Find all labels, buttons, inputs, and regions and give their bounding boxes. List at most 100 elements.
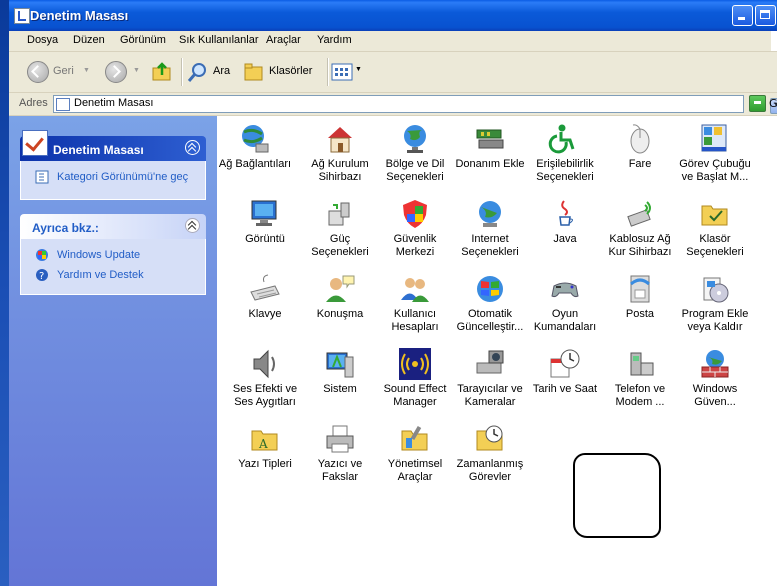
menu-duzen[interactable]: Düzen (73, 34, 105, 46)
folders-button[interactable]: Klasörler (243, 61, 323, 83)
search-button[interactable]: Ara (187, 61, 237, 83)
menu-yardim[interactable]: Yardım (317, 34, 352, 46)
views-icon (331, 63, 353, 81)
go-label[interactable]: G (769, 97, 777, 110)
menu-dosya[interactable]: Dosya (27, 34, 58, 46)
maximize-button[interactable] (755, 5, 776, 26)
toolbar-separator (327, 58, 329, 86)
internet-icon (479, 201, 501, 227)
go-button[interactable] (749, 95, 766, 112)
windows-update-link[interactable]: Windows Update (57, 249, 140, 261)
item-accessibility[interactable]: Erişilebilirlik Seçenekleri (527, 122, 603, 184)
chevron-down-icon: ▼ (83, 67, 90, 74)
help-icon: ? (36, 269, 48, 282)
java-icon (559, 200, 573, 226)
item-phone-modem[interactable]: Telefon ve Modem ... (602, 347, 678, 409)
speech-icon (326, 275, 355, 302)
item-sounds-audio[interactable]: Ses Efekti ve Ses Aygıtları (227, 347, 303, 409)
keyboard-icon (250, 274, 280, 301)
address-bar: Adres Denetim Masası G (9, 93, 777, 116)
printer-icon (326, 425, 354, 453)
home-network-icon (328, 127, 352, 153)
windows-update-icon (36, 249, 48, 261)
power-icon (328, 202, 350, 226)
shield-icon (403, 200, 427, 228)
item-automatic-updates[interactable]: Otomatik Güncelleştir... (452, 272, 528, 334)
section-body: Kategori Görünümü'ne geç (20, 161, 206, 200)
item-java[interactable]: Java (527, 197, 603, 246)
window-title: Denetim Masası (30, 8, 129, 23)
hand-drawn-highlight (573, 453, 661, 538)
back-label: Geri (53, 65, 74, 77)
menu-sik-kullanilanlar[interactable]: Sık Kullanılanlar (179, 34, 259, 46)
admin-tools-icon (401, 425, 428, 451)
item-game-controllers[interactable]: Oyun Kumandaları (527, 272, 603, 334)
item-fonts[interactable]: A Yazı Tipleri (227, 422, 303, 471)
item-add-remove-programs[interactable]: Program Ekle veya Kaldır (677, 272, 753, 334)
back-button[interactable]: Geri ▼ (25, 61, 90, 83)
item-mail[interactable]: Posta (602, 272, 678, 321)
item-power-options[interactable]: Güç Seçenekleri (302, 197, 378, 259)
users-icon (401, 278, 429, 302)
item-add-hardware[interactable]: Donanım Ekle (452, 122, 528, 171)
item-system[interactable]: Sistem (302, 347, 378, 396)
up-folder-button[interactable] (151, 61, 175, 83)
collapse-icon[interactable] (185, 140, 200, 155)
item-network-connections[interactable]: Ağ Bağlantıları (217, 122, 293, 171)
item-folder-options[interactable]: Klasör Seçenekleri (677, 197, 753, 259)
mail-icon (630, 275, 650, 303)
address-label: Adres (19, 97, 48, 109)
item-scheduled-tasks[interactable]: Zamanlanmış Görevler (452, 422, 528, 484)
display-icon (251, 200, 277, 226)
address-field[interactable]: Denetim Masası (53, 95, 777, 114)
control-panel-icon (14, 8, 30, 24)
item-wireless-setup[interactable]: Kablosuz Ağ Kur Sihirbazı (602, 197, 678, 259)
item-region-language[interactable]: Bölge ve Dil Seçenekleri (377, 122, 453, 184)
phone-icon (630, 352, 654, 376)
item-network-setup[interactable]: Ağ Kurulum Sihirbazı (302, 122, 378, 184)
item-scanners-cameras[interactable]: Tarayıcılar ve Kameralar (452, 347, 528, 409)
title-bar[interactable]: Denetim Masası (9, 0, 777, 31)
item-user-accounts[interactable]: Kullanıcı Hesapları (377, 272, 453, 334)
item-display[interactable]: Görüntü (227, 197, 303, 246)
section-header[interactable]: Denetim Masası (20, 130, 206, 161)
chevron-down-icon: ▼ (355, 66, 362, 73)
wireless-icon (627, 201, 651, 227)
switch-to-category-view-link[interactable]: Kategori Görünümü'ne geç (57, 171, 188, 183)
search-label: Ara (213, 65, 231, 77)
item-security-center[interactable]: Güvenlik Merkezi (377, 197, 453, 259)
speaker-icon (253, 349, 275, 379)
collapse-icon[interactable] (185, 218, 200, 233)
scanner-icon (476, 350, 504, 374)
menu-gorunum[interactable]: Görünüm (120, 34, 166, 46)
accessibility-icon (548, 124, 575, 154)
forward-button[interactable]: ▼ (103, 61, 143, 83)
sound-effect-icon (399, 348, 431, 380)
search-icon (187, 63, 206, 82)
item-mouse[interactable]: Fare (602, 122, 678, 171)
item-speech[interactable]: Konuşma (302, 272, 378, 321)
scheduled-tasks-icon (476, 425, 503, 451)
background-desktop (0, 0, 9, 586)
section-title: Denetim Masası (53, 143, 144, 157)
item-printers-faxes[interactable]: Yazıcı ve Fakslar (302, 422, 378, 484)
views-button[interactable]: ▼ (331, 61, 363, 83)
item-date-time[interactable]: Tarih ve Saat (527, 347, 603, 396)
address-value: Denetim Masası (74, 97, 154, 109)
minimize-button[interactable] (732, 5, 753, 26)
item-keyboard[interactable]: Klavye (227, 272, 303, 321)
section-header[interactable]: Ayrıca bkz.: (20, 214, 206, 239)
item-internet-options[interactable]: Internet Seçenekleri (452, 197, 528, 259)
clock-icon (550, 349, 580, 378)
item-taskbar-start[interactable]: Görev Çubuğu ve Başlat M... (677, 122, 753, 184)
item-administrative-tools[interactable]: Yönetimsel Araçlar (377, 422, 453, 484)
item-sound-effect-manager[interactable]: Sound Effect Manager (377, 347, 453, 409)
folder-options-icon (701, 205, 728, 226)
menu-araclar[interactable]: Araçlar (266, 34, 301, 46)
item-windows-firewall[interactable]: Windows Güven... (677, 347, 753, 409)
windows-update-icon (477, 276, 503, 302)
svg-text:?: ? (39, 271, 44, 282)
help-support-link[interactable]: Yardım ve Destek (57, 269, 144, 281)
xp-logo-area (771, 31, 777, 51)
section-body: Windows Update ? Yardım ve Destek (20, 239, 206, 295)
